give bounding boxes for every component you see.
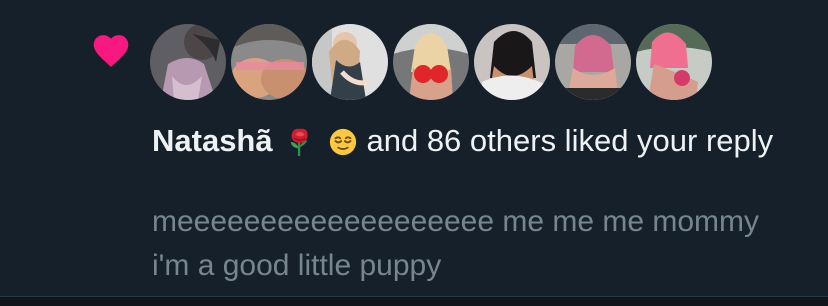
- avatar[interactable]: [636, 24, 712, 100]
- rose-icon: [285, 127, 315, 157]
- next-item-edge: [0, 297, 828, 306]
- avatar[interactable]: [312, 24, 388, 100]
- like-notification[interactable]: Natashã and 86 others liked your reply m…: [0, 0, 828, 296]
- relieved-face-icon: [328, 127, 358, 157]
- liker-avatars: [150, 24, 712, 100]
- avatar[interactable]: [474, 24, 550, 100]
- notification-text: and 86 others liked your reply: [366, 123, 774, 158]
- reply-preview[interactable]: meeeeeeeeeeeeeeeeeee me me me mommy i'm …: [152, 200, 792, 288]
- liker-name[interactable]: Natashã: [152, 123, 273, 158]
- notification-headline: Natashã and 86 others liked your reply: [152, 120, 792, 162]
- avatar[interactable]: [393, 24, 469, 100]
- avatar[interactable]: [150, 24, 226, 100]
- avatar[interactable]: [231, 24, 307, 100]
- heart-icon: [93, 35, 129, 67]
- avatar[interactable]: [555, 24, 631, 100]
